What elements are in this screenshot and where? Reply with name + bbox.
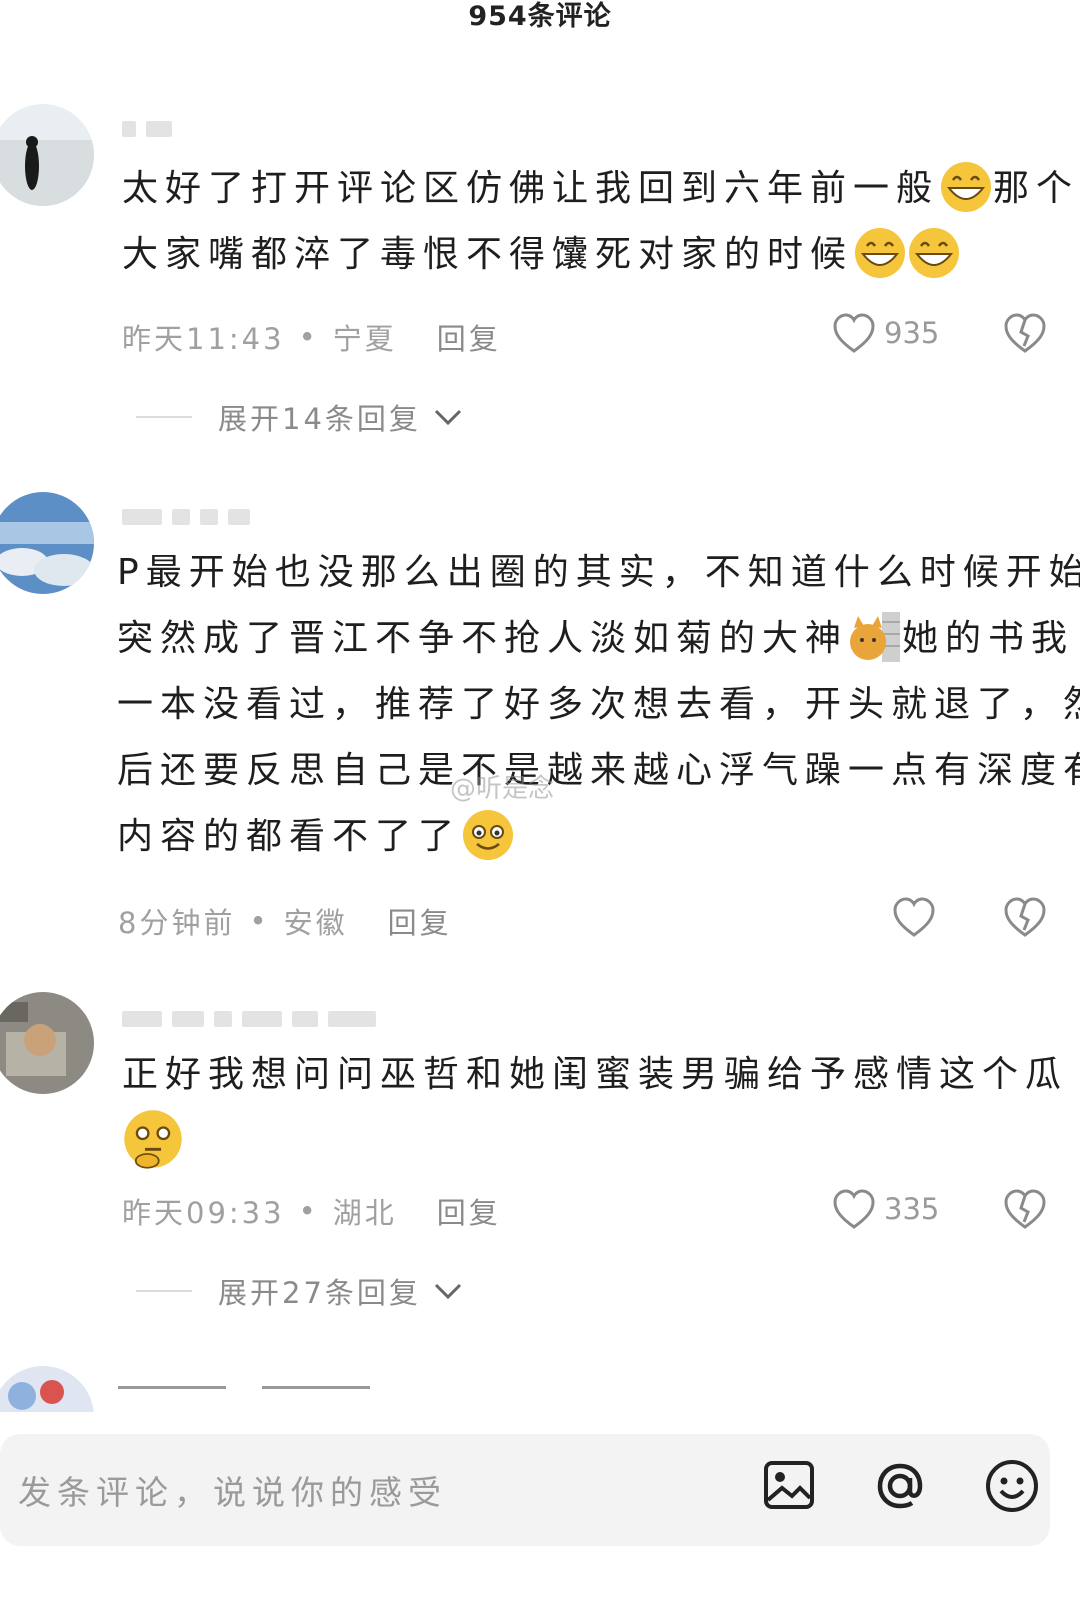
comment-input-area: 发条评论，说说你的感受 bbox=[0, 1434, 1080, 1616]
avatar[interactable] bbox=[0, 1366, 94, 1412]
avatar[interactable] bbox=[0, 992, 94, 1094]
smile-emoji bbox=[463, 810, 514, 860]
broken-heart-icon[interactable] bbox=[1003, 312, 1047, 354]
separator-dot: • bbox=[298, 1194, 319, 1228]
comment-location: 安徽 bbox=[283, 906, 348, 940]
comment-meta: 8分钟前 • 安徽 回复 bbox=[118, 900, 452, 942]
broken-heart-icon[interactable] bbox=[1003, 1188, 1047, 1230]
like-count: 935 bbox=[884, 316, 940, 350]
comment-text: 太好了打开评论区仿佛让我回到六年前一般 那个大家嘴都淬了毒恨不得馕死对家的时候 bbox=[122, 156, 1080, 288]
image-icon[interactable] bbox=[762, 1458, 816, 1512]
username[interactable] bbox=[122, 116, 172, 142]
comment-location: 宁夏 bbox=[332, 322, 397, 356]
username[interactable] bbox=[122, 1006, 376, 1032]
reply-button[interactable]: 回复 bbox=[437, 1190, 501, 1232]
comment-time: 昨天09:33 bbox=[122, 1196, 285, 1230]
like-button[interactable]: 935 bbox=[832, 312, 939, 354]
expand-label: 展开14条回复 bbox=[218, 402, 421, 436]
expand-label: 展开27条回复 bbox=[218, 1276, 421, 1310]
comment-text: 正好我想问问巫哲和她闺蜜装男骗给予感情这个瓜 bbox=[122, 1042, 1080, 1174]
comment-text-part: 正好我想问问巫哲和她闺蜜装男骗给予感情这个瓜 bbox=[122, 1054, 1069, 1095]
separator-dot: • bbox=[249, 904, 270, 938]
username[interactable] bbox=[122, 504, 250, 530]
avatar[interactable] bbox=[0, 492, 94, 594]
chevron-down-icon bbox=[434, 409, 461, 426]
comment-time: 昨天11:43 bbox=[122, 322, 285, 356]
divider bbox=[136, 416, 192, 418]
comment-meta: 昨天09:33 • 湖北 回复 bbox=[122, 1190, 501, 1232]
thinking-emoji bbox=[124, 1110, 182, 1169]
avatar[interactable] bbox=[0, 104, 94, 206]
separator-dot: • bbox=[298, 320, 319, 354]
comment-input[interactable]: 发条评论，说说你的感受 bbox=[0, 1434, 1050, 1546]
grin-emoji bbox=[855, 228, 906, 278]
like-button[interactable]: 335 bbox=[832, 1188, 939, 1230]
grin-emoji bbox=[941, 162, 992, 212]
grin-emoji bbox=[909, 228, 960, 278]
comment-text-part: 太好了打开评论区仿佛让我回到六年前一般 bbox=[122, 168, 940, 209]
like-count: 335 bbox=[884, 1192, 940, 1226]
heart-icon bbox=[833, 313, 875, 353]
broken-heart-icon[interactable] bbox=[1003, 896, 1047, 938]
divider bbox=[136, 1290, 192, 1292]
expand-replies[interactable]: 展开27条回复 bbox=[136, 1270, 463, 1312]
comment-meta: 昨天11:43 • 宁夏 回复 bbox=[122, 316, 501, 358]
chevron-down-icon bbox=[434, 1283, 461, 1300]
heart-icon bbox=[893, 897, 935, 937]
comment-input-placeholder: 发条评论，说说你的感受 bbox=[18, 1473, 447, 1512]
comment-time: 8分钟前 bbox=[118, 906, 236, 940]
comment-text: P最开始也没那么出圈的其实，不知道什么时候开始突然成了晋江不争不抢人淡如菊的大神… bbox=[117, 540, 1080, 870]
expand-replies[interactable]: 展开14条回复 bbox=[136, 396, 463, 438]
username[interactable] bbox=[118, 1386, 370, 1389]
reply-button[interactable]: 回复 bbox=[437, 316, 501, 358]
comment-item-partial bbox=[0, 1362, 1080, 1412]
reply-button[interactable]: 回复 bbox=[388, 900, 452, 942]
watermark: @听是念 bbox=[450, 774, 555, 804]
at-icon[interactable] bbox=[872, 1458, 928, 1514]
emoji-icon[interactable] bbox=[984, 1458, 1040, 1514]
comment-count-title: 954条评论 bbox=[468, 1, 612, 32]
cat-wall-emoji bbox=[850, 612, 901, 662]
heart-icon bbox=[833, 1189, 875, 1229]
comment-location: 湖北 bbox=[332, 1196, 397, 1230]
like-button[interactable] bbox=[892, 896, 944, 938]
